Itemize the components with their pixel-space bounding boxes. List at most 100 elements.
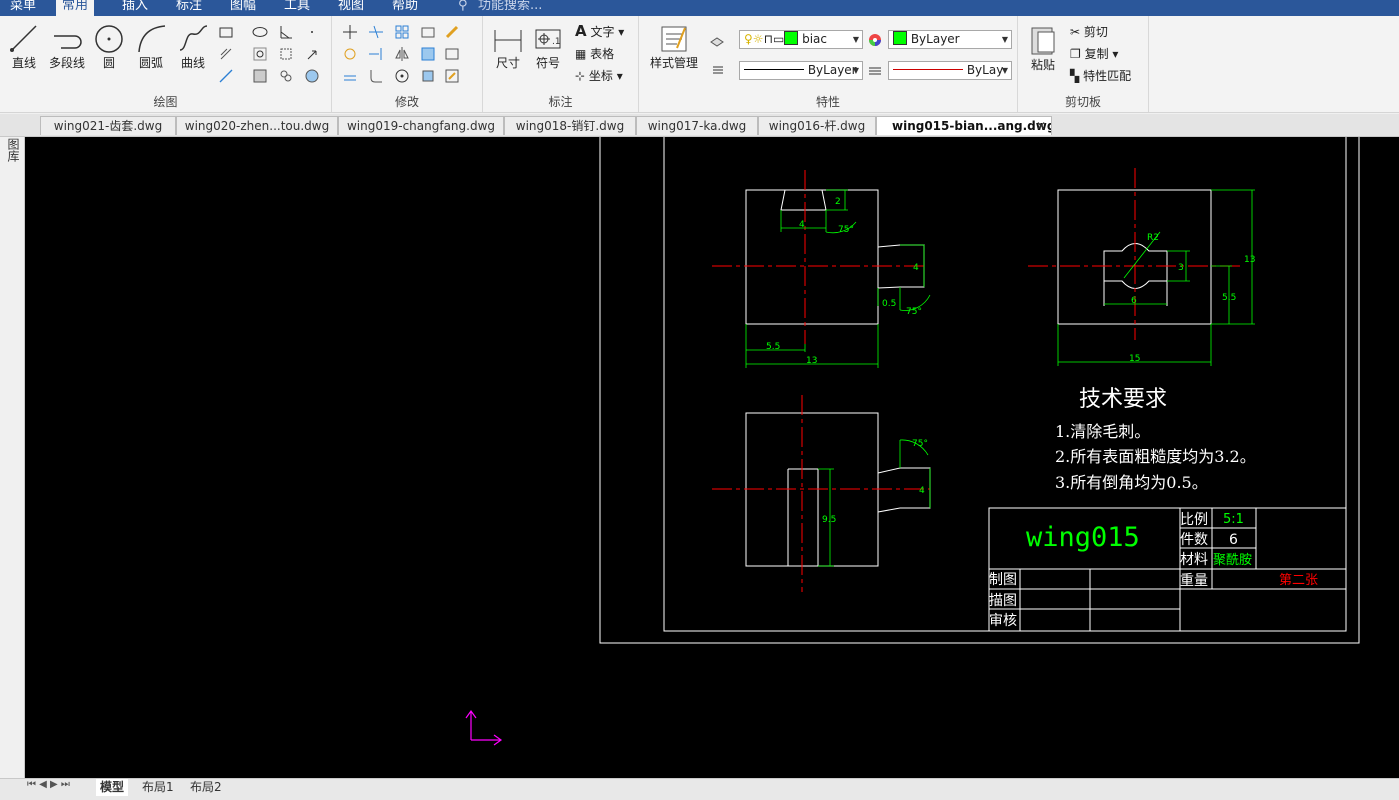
move-icon[interactable] [342, 24, 358, 40]
tab-wing015[interactable]: wing015-bian...ang.dwg ✕ [876, 116, 1052, 135]
paste-button[interactable]: 粘贴 [1026, 24, 1060, 73]
linetype-combo[interactable]: ByLayer ▼ [739, 61, 863, 80]
pointer-icon[interactable] [304, 46, 320, 62]
menu-item-menu[interactable]: 菜单 [4, 0, 42, 16]
layout-tab-model[interactable]: 模型 [96, 779, 129, 796]
dimension-button[interactable]: 尺寸 [491, 26, 525, 71]
tech-item-1: 1.清除毛刺。 [1055, 422, 1150, 441]
region-icon[interactable] [252, 46, 268, 62]
copy-obj-icon[interactable] [420, 24, 436, 40]
view-top[interactable]: 75° 4 9.5 [712, 395, 931, 592]
annotate-panel-title: 标注 [548, 95, 573, 109]
line-button[interactable]: 直线 [6, 22, 42, 71]
tab-wing017[interactable]: wing017-ka.dwg [636, 116, 758, 135]
technical-requirements: 技术要求 1.清除毛刺。 2.所有表面粗糙度均为3.2。 3.所有倒角均为0.5… [1055, 387, 1256, 492]
arc-button[interactable]: 圆弧 [132, 22, 170, 71]
cut-button[interactable]: ✂ 剪切 [1070, 23, 1108, 40]
tab-wing021[interactable]: wing021-齿套.dwg [40, 116, 176, 135]
table-button[interactable]: ▦ 表格 [575, 45, 614, 62]
close-icon[interactable]: ✕ [1036, 117, 1046, 135]
menu-item-help[interactable]: 帮助 [386, 0, 424, 16]
menu-item-home[interactable]: 常用 [56, 0, 95, 16]
draw-panel-title: 绘图 [153, 95, 178, 109]
view-front[interactable]: 2 4 75° 4 0.5 75° 5.5 13 [712, 170, 931, 368]
menu-bar: 菜单 常用 插入 标注 图幅 工具 视图 帮助 ⚲ 功能搜索... [0, 0, 1399, 16]
match-properties-label: 特性匹配 [1083, 69, 1132, 83]
fillet-icon[interactable] [368, 68, 384, 84]
dim-3: 3 [1178, 263, 1184, 273]
tab-wing016[interactable]: wing016-杆.dwg [758, 116, 876, 135]
rotate-icon[interactable] [342, 46, 358, 62]
tech-title: 技术要求 [1079, 387, 1167, 412]
drawing-canvas[interactable]: 2 4 75° 4 0.5 75° 5.5 13 R2 3 6 13 5.5 1… [25, 137, 1399, 778]
tab-wing020[interactable]: wing020-zhen...tou.dwg [176, 116, 338, 135]
style-manager-button[interactable]: 样式管理 [643, 24, 705, 71]
dim-0-5: 0.5 [882, 299, 896, 309]
array-icon[interactable] [394, 24, 410, 40]
dim-4-bottom: 4 [919, 486, 925, 496]
lineweight-combo[interactable]: ByLay ▼ [888, 61, 1012, 80]
angle-line-icon[interactable] [278, 24, 294, 40]
lineweight-preview [893, 69, 963, 70]
view-side[interactable]: R2 3 6 13 5.5 15 [1028, 168, 1255, 366]
bulb-icon: ♀ [744, 32, 753, 46]
dim-15: 15 [1129, 354, 1140, 364]
properties-icon[interactable] [444, 68, 460, 84]
layout-tab-layout2[interactable]: 布局2 [190, 779, 222, 796]
scale-label: 比例 [1180, 512, 1208, 528]
stretch-icon[interactable] [444, 46, 460, 62]
rotate-cw-icon[interactable] [394, 68, 410, 84]
offset-icon[interactable] [342, 68, 358, 84]
block-icon[interactable] [278, 46, 294, 62]
library-strip: ▤图库 [0, 114, 25, 778]
count-label: 件数 [1180, 532, 1208, 548]
tab-wing019[interactable]: wing019-changfang.dwg [338, 116, 504, 135]
mirror-icon[interactable] [394, 46, 410, 62]
drawing-name: wing015 [1026, 522, 1140, 553]
menu-item-annotate[interactable]: 标注 [170, 0, 208, 16]
layer-combo[interactable]: ♀☼⊓▭ biac ▼ [739, 30, 863, 49]
scale-icon[interactable] [420, 46, 436, 62]
feature-search[interactable]: 功能搜索... [472, 0, 548, 16]
lineweight-list-icon[interactable] [711, 62, 727, 78]
extend-icon[interactable] [368, 46, 384, 62]
text-button[interactable]: A 文字 ▾ [575, 22, 624, 40]
color-combo[interactable]: ByLayer ▼ [888, 30, 1012, 49]
tab-scroll-arrows[interactable]: ⏮ ◀ ▶ ⏭ [27, 779, 70, 790]
lock-icon: ⊓ [763, 32, 773, 46]
menu-item-view[interactable]: 视图 [332, 0, 370, 16]
hatch-icon[interactable] [218, 46, 234, 62]
copy-button[interactable]: ❐ 复制 ▾ [1070, 45, 1118, 62]
explode-icon[interactable] [420, 68, 436, 84]
layer-manager-icon[interactable] [709, 32, 725, 48]
layout-tab-layout1[interactable]: 布局1 [142, 779, 174, 796]
title-block[interactable]: wing015 比例 件数 材料 重量 制图 描图 审核 6 5:1 聚酰胺 第… [988, 507, 1347, 632]
ray-icon[interactable] [218, 68, 234, 84]
ellipse-icon[interactable] [252, 24, 268, 40]
polyline-button[interactable]: 多段线 [46, 22, 88, 71]
rectangle-icon[interactable] [218, 24, 234, 40]
match-properties-button[interactable]: ▚ 特性匹配 [1070, 67, 1131, 84]
wipeout-icon[interactable] [304, 68, 320, 84]
boundary-icon[interactable] [252, 68, 268, 84]
menu-item-frame[interactable]: 图幅 [224, 0, 262, 16]
dim-4-top: 4 [799, 220, 805, 230]
menu-item-tools[interactable]: 工具 [278, 0, 316, 16]
tab-wing018[interactable]: wing018-销钉.dwg [504, 116, 636, 135]
menu-item-insert[interactable]: 插入 [116, 0, 154, 16]
dim-r2: R2 [1147, 233, 1159, 243]
symbol-button[interactable]: .1 符号 [531, 26, 565, 71]
lineweight-icon[interactable] [867, 63, 883, 79]
trim-icon[interactable] [368, 24, 384, 40]
clipboard-panel-title: 剪切板 [1064, 95, 1101, 109]
spline-button[interactable]: 曲线 [174, 22, 212, 71]
color-wheel-icon[interactable] [867, 32, 883, 48]
circle-button[interactable]: 圆 [92, 22, 126, 71]
weight-label: 重量 [1180, 573, 1208, 589]
cloud-icon[interactable] [278, 68, 294, 84]
coordinate-icon: ⊹ [575, 69, 586, 83]
eraser-icon[interactable] [444, 24, 460, 40]
coordinate-button[interactable]: ⊹ 坐标 ▾ [575, 67, 623, 84]
search-icon[interactable]: ⚲ [452, 0, 474, 16]
point-icon[interactable] [304, 24, 320, 40]
